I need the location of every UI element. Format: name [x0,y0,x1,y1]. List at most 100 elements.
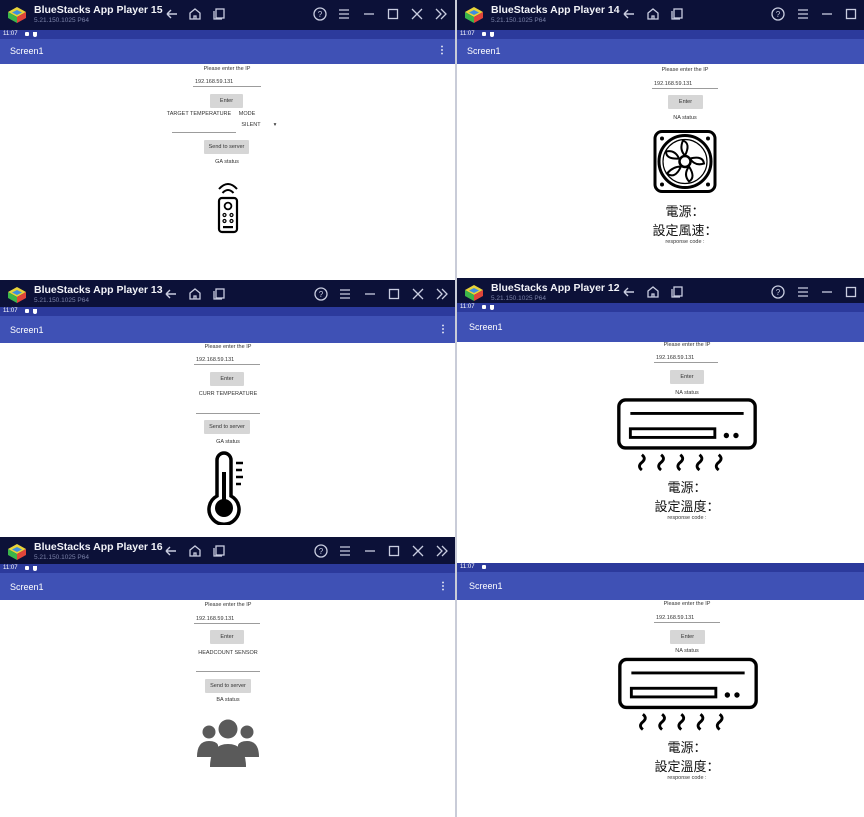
app-bar: Screen1 [457,572,864,600]
shield-icon [490,32,494,37]
enter-button[interactable]: Enter [210,372,244,386]
status-time: 11:07 [3,565,18,571]
bluestacks-logo-icon [7,6,27,24]
menu-icon[interactable] [795,6,811,22]
enter-button[interactable]: Enter [668,95,703,109]
close-icon[interactable] [410,543,426,559]
close-icon[interactable] [410,286,426,302]
curr-temperature-input[interactable] [196,413,260,414]
response-code-label: response code : [665,239,705,245]
app-bar: Screen1 ⋮ [0,573,455,600]
app-bar: Screen1 [457,39,864,64]
svg-text:?: ? [318,10,323,19]
expand-icon[interactable] [434,543,450,559]
back-arrow-icon[interactable] [621,284,637,300]
notification-icon [25,309,29,313]
home-icon[interactable] [187,6,203,22]
headcount-input[interactable] [196,671,260,672]
shield-icon [33,566,37,571]
ip-input[interactable]: 192.168.59.131 [194,355,260,365]
ip-input[interactable]: 192.168.59.131 [652,79,718,89]
window-version: 5.21.150.1025 P64 [34,554,89,561]
notification-icon [25,32,29,36]
svg-text:?: ? [776,288,781,297]
expand-icon[interactable] [433,6,449,22]
maximize-icon[interactable] [385,6,401,22]
svg-text:?: ? [319,290,324,299]
shield-icon [33,309,37,314]
status-time: 11:07 [460,304,475,310]
android-status-bar: 11:07 [457,303,864,312]
minimize-icon[interactable] [819,284,835,300]
send-to-server-button[interactable]: Send to server [204,140,249,154]
app-window-12: BlueStacks App Player 12 5.21.150.1025 P… [457,278,864,560]
ip-prompt-label: Please enter the IP [661,67,709,73]
recent-apps-icon[interactable] [211,543,227,559]
send-to-server-button[interactable]: Send to server [204,420,250,434]
help-icon[interactable]: ? [770,284,786,300]
maximize-icon[interactable] [386,543,402,559]
screen-content: Please enter the IP 192.168.59.131 Enter… [0,343,455,540]
na-status-label: NA status [675,390,699,396]
na-status-label: NA status [673,115,697,121]
help-icon[interactable]: ? [770,6,786,22]
ga-status-label: GA status [215,159,239,165]
ip-input[interactable]: 192.168.59.131 [654,613,720,623]
back-arrow-icon[interactable] [621,6,637,22]
send-to-server-button[interactable]: Send to server [205,679,251,693]
expand-icon[interactable] [434,286,450,302]
home-icon[interactable] [645,284,661,300]
app-window-16: BlueStacks App Player 16 5.21.150.1025 P… [0,537,455,817]
app-window-14: BlueStacks App Player 14 5.21.150.1025 P… [457,0,864,279]
help-icon[interactable]: ? [313,286,329,302]
home-icon[interactable] [187,286,203,302]
help-icon[interactable]: ? [313,543,329,559]
overflow-menu-icon[interactable]: ⋮ [438,324,448,335]
enter-button[interactable]: Enter [670,630,705,644]
mode-select[interactable]: SILENT [241,122,260,128]
home-icon[interactable] [645,6,661,22]
fan-icon [653,129,717,194]
minimize-icon[interactable] [362,286,378,302]
maximize-icon[interactable] [386,286,402,302]
menu-icon[interactable] [336,6,352,22]
ip-prompt-label: Please enter the IP [663,342,711,348]
app-bar: Screen1 [457,312,864,342]
ip-input[interactable]: 192.168.59.131 [194,614,260,624]
enter-button[interactable]: Enter [670,370,704,384]
close-icon[interactable] [409,6,425,22]
overflow-menu-icon[interactable]: ⋮ [437,45,447,56]
app-window-13: BlueStacks App Player 13 5.21.150.1025 P… [0,280,455,540]
ip-input[interactable]: 192.168.59.131 [193,77,261,87]
minimize-icon[interactable] [361,6,377,22]
thermometer-icon [205,450,250,525]
back-arrow-icon[interactable] [163,286,179,302]
target-temperature-input[interactable] [172,132,236,133]
minimize-icon[interactable] [819,6,835,22]
screen-title: Screen1 [10,46,44,56]
back-arrow-icon[interactable] [164,6,180,22]
home-icon[interactable] [187,543,203,559]
window-title: BlueStacks App Player 14 [491,4,620,16]
mode-dropdown-arrow-icon[interactable]: ▾ [274,122,277,128]
recent-apps-icon[interactable] [211,6,227,22]
menu-icon[interactable] [337,543,353,559]
minimize-icon[interactable] [362,543,378,559]
back-arrow-icon[interactable] [163,543,179,559]
help-icon[interactable]: ? [312,6,328,22]
target-temperature-label: TARGET TEMPERATURE [166,111,232,117]
recent-apps-icon[interactable] [669,6,685,22]
app-window-15: BlueStacks App Player 15 5.21.150.1025 P… [0,0,455,280]
menu-icon[interactable] [337,286,353,302]
maximize-icon[interactable] [843,284,859,300]
enter-button[interactable]: Enter [210,94,243,108]
recent-apps-icon[interactable] [211,286,227,302]
menu-icon[interactable] [795,284,811,300]
maximize-icon[interactable] [843,6,859,22]
enter-button[interactable]: Enter [210,630,244,644]
recent-apps-icon[interactable] [669,284,685,300]
ip-input[interactable]: 192.168.59.131 [654,353,718,363]
svg-text:?: ? [776,10,781,19]
overflow-menu-icon[interactable]: ⋮ [438,581,448,592]
headcount-sensor-label: HEADCOUNT SENSOR [198,650,258,656]
